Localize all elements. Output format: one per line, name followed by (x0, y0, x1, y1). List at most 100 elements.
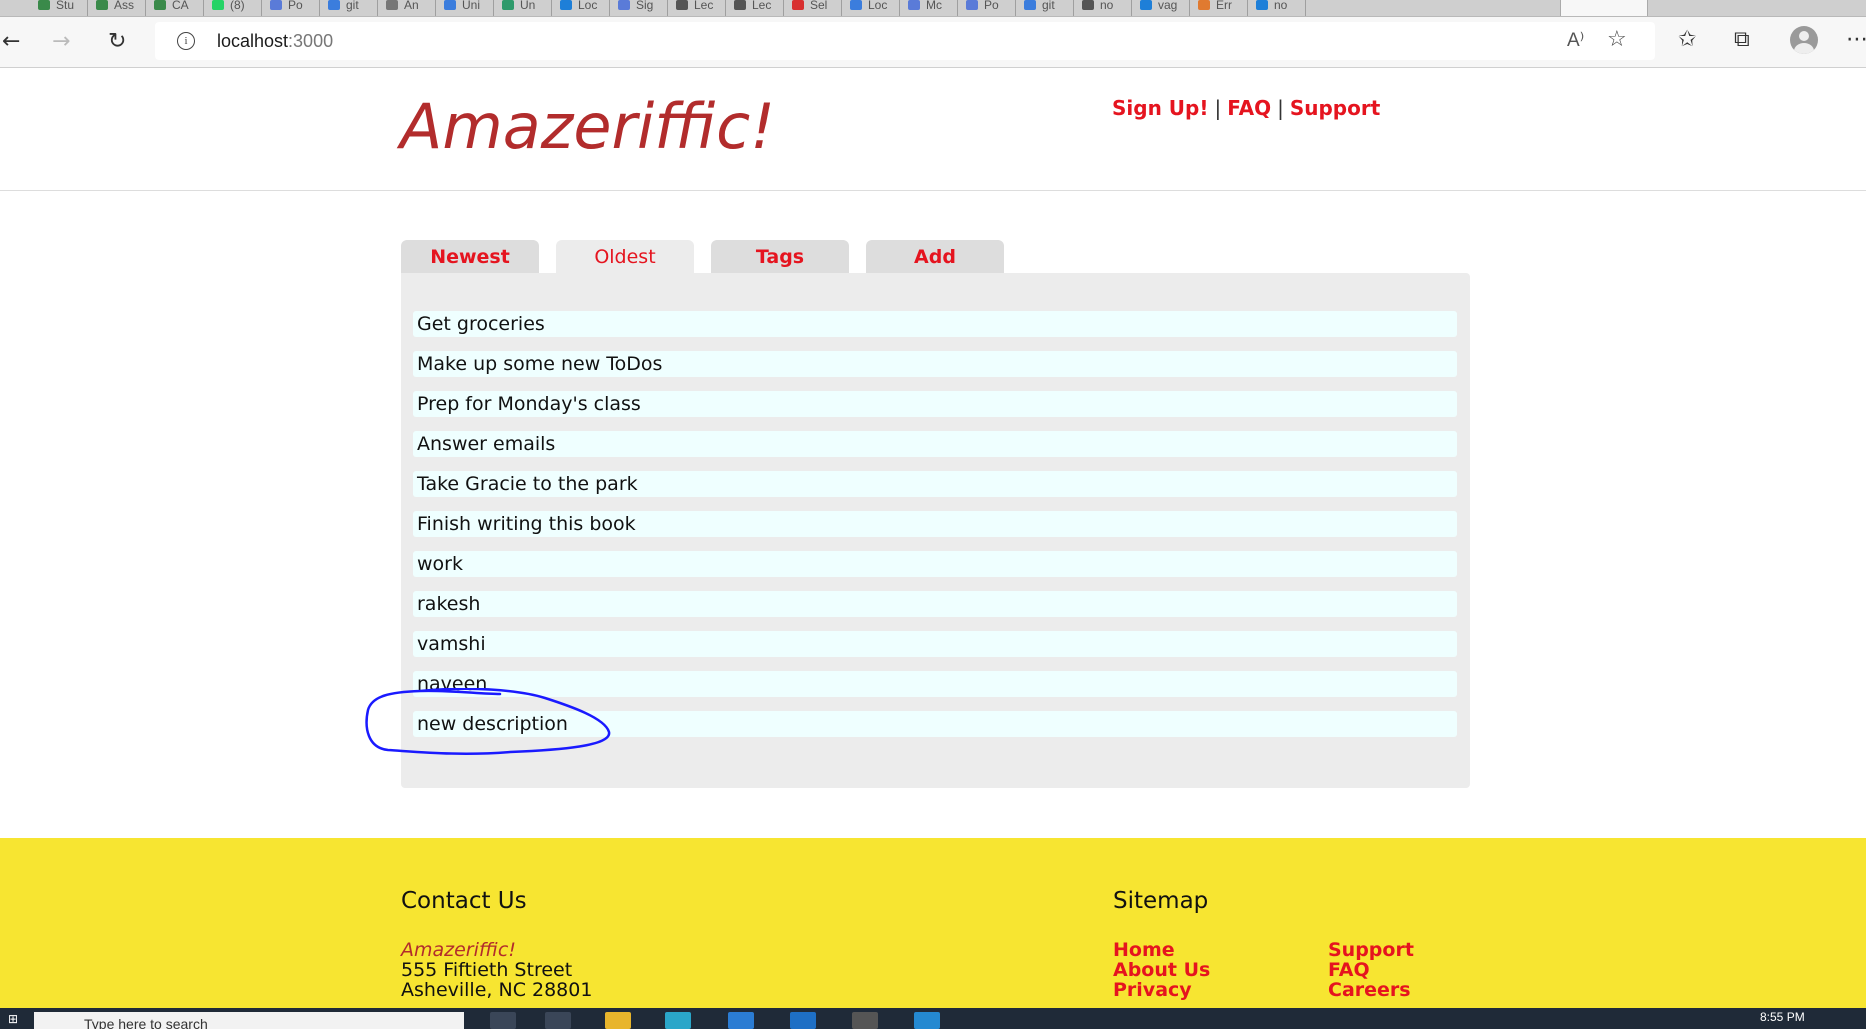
browser-tab-label: Err (1216, 0, 1232, 12)
tab-favicon-icon (386, 0, 398, 10)
tab-favicon-icon (1082, 0, 1094, 10)
tab-favicon-icon (444, 0, 456, 10)
collections-icon[interactable]: ⧉ (1734, 27, 1750, 52)
sitemap-privacy-link[interactable]: Privacy (1113, 980, 1210, 1000)
taskbar-clock: 8:55 PM (1760, 1010, 1805, 1024)
forward-icon[interactable]: → (52, 29, 70, 55)
favorites-icon[interactable]: ✩ (1678, 27, 1696, 52)
tab-favicon-icon (270, 0, 282, 10)
browser-tab-label: no (1100, 0, 1114, 12)
nav-separator: | (1214, 96, 1222, 120)
tab-favicon-icon (676, 0, 688, 10)
task-view-icon[interactable] (545, 1012, 571, 1029)
back-icon[interactable]: ← (2, 29, 20, 55)
edge-icon[interactable] (665, 1012, 691, 1029)
refresh-icon[interactable]: ↻ (108, 29, 126, 55)
contact-heading: Contact Us (401, 888, 527, 914)
browser-tab-label: Loc (868, 0, 888, 12)
sitemap-support-link[interactable]: Support (1328, 940, 1414, 960)
tab-add[interactable]: Add (866, 240, 1004, 273)
tab-favicon-icon (908, 0, 920, 10)
browser-tab[interactable]: Un (494, 0, 552, 16)
todo-item: Prep for Monday's class (413, 391, 1457, 417)
browser-tab[interactable]: git (1016, 0, 1074, 16)
sitemap-heading: Sitemap (1113, 888, 1209, 914)
start-icon[interactable]: ⊞ (8, 1012, 22, 1026)
os-taskbar: ⊞ Type here to search 8:55 PM (0, 1008, 1866, 1029)
read-aloud-icon[interactable]: A⁾ (1567, 29, 1584, 52)
footer-brand: Amazeriffic! (401, 939, 516, 961)
browser-tab[interactable]: CA (146, 0, 204, 16)
tab-favicon-icon (1198, 0, 1210, 10)
browser-tab-label: Un (520, 0, 536, 12)
tab-newest[interactable]: Newest (401, 240, 539, 273)
todo-list-panel: Get groceries Make up some new ToDos Prep … (401, 273, 1470, 788)
browser-tab[interactable]: Err (1190, 0, 1248, 16)
add-favorite-icon[interactable]: ☆ (1607, 27, 1627, 52)
browser-tab[interactable]: Ass (88, 0, 146, 16)
browser-tab[interactable]: Lec (726, 0, 784, 16)
sitemap-about-link[interactable]: About Us (1113, 960, 1210, 980)
todo-item: Get groceries (413, 311, 1457, 337)
sitemap-careers-link[interactable]: Careers (1328, 980, 1414, 1000)
tab-oldest[interactable]: Oldest (556, 240, 694, 273)
browser-tab[interactable]: Stu (30, 0, 88, 16)
store-icon[interactable] (728, 1012, 754, 1029)
browser-tab[interactable]: Sig (610, 0, 668, 16)
tab-favicon-icon (1140, 0, 1152, 10)
browser-tab[interactable]: (8) (204, 0, 262, 16)
tab-favicon-icon (38, 0, 50, 10)
todo-item: vamshi (413, 631, 1457, 657)
sitemap-faq-link[interactable]: FAQ (1328, 960, 1414, 980)
browser-tab[interactable]: Po (958, 0, 1016, 16)
browser-tab[interactable]: Po (262, 0, 320, 16)
tab-favicon-icon (96, 0, 108, 10)
browser-tab[interactable]: Sel (784, 0, 842, 16)
terminal-icon[interactable] (852, 1012, 878, 1029)
tab-tags[interactable]: Tags (711, 240, 849, 273)
tab-favicon-icon (328, 0, 340, 10)
todo-item: Take Gracie to the park (413, 471, 1457, 497)
faq-link[interactable]: FAQ (1227, 96, 1271, 120)
browser-tab[interactable]: An (378, 0, 436, 16)
browser-tab[interactable]: Uni (436, 0, 494, 16)
sitemap-home-link[interactable]: Home (1113, 940, 1210, 960)
search-icon[interactable] (490, 1012, 516, 1029)
browser-tab[interactable]: Loc (552, 0, 610, 16)
tab-favicon-icon (560, 0, 572, 10)
url-text[interactable]: localhost:3000 (217, 31, 333, 52)
browser-active-tab[interactable]: ✕ (1560, 0, 1648, 16)
browser-tab[interactable]: Lec (668, 0, 726, 16)
tab-favicon-icon (502, 0, 514, 10)
sitemap-column-2: Support FAQ Careers (1328, 940, 1414, 1000)
site-info-icon[interactable]: i (177, 32, 195, 50)
browser-tab-label: Po (984, 0, 999, 12)
signup-link[interactable]: Sign Up! (1112, 96, 1208, 120)
mail-icon[interactable] (790, 1012, 816, 1029)
browser-tab[interactable]: Loc (842, 0, 900, 16)
browser-tab-label: Ass (114, 0, 135, 12)
browser-tab-label: Po (288, 0, 303, 12)
browser-tab[interactable]: vag (1132, 0, 1190, 16)
profile-avatar[interactable] (1790, 26, 1818, 54)
browser-tab-label: (8) (230, 0, 245, 12)
browser-tab-label: Uni (462, 0, 481, 12)
browser-tab-label: no (1274, 0, 1288, 12)
more-menu-icon[interactable]: ⋯ (1846, 27, 1866, 52)
browser-tab[interactable]: git (320, 0, 378, 16)
browser-tab-label: Mc (926, 0, 942, 12)
support-link[interactable]: Support (1290, 96, 1380, 120)
browser-tab[interactable]: no (1248, 0, 1306, 16)
tab-favicon-icon (734, 0, 746, 10)
vscode-icon[interactable] (914, 1012, 940, 1029)
todo-item: rakesh (413, 591, 1457, 617)
browser-tab-label: git (1042, 0, 1055, 12)
browser-tab-label: git (346, 0, 359, 12)
browser-tab[interactable]: no (1074, 0, 1132, 16)
page-header: Amazeriffic! Sign Up! | FAQ | Support (0, 68, 1866, 191)
top-nav: Sign Up! | FAQ | Support (1112, 96, 1380, 120)
address-bar[interactable]: i localhost:3000 A⁾ ☆ (155, 22, 1655, 60)
browser-tab[interactable]: Mc (900, 0, 958, 16)
taskbar-search-input[interactable]: Type here to search (34, 1012, 464, 1029)
file-explorer-icon[interactable] (605, 1012, 631, 1029)
